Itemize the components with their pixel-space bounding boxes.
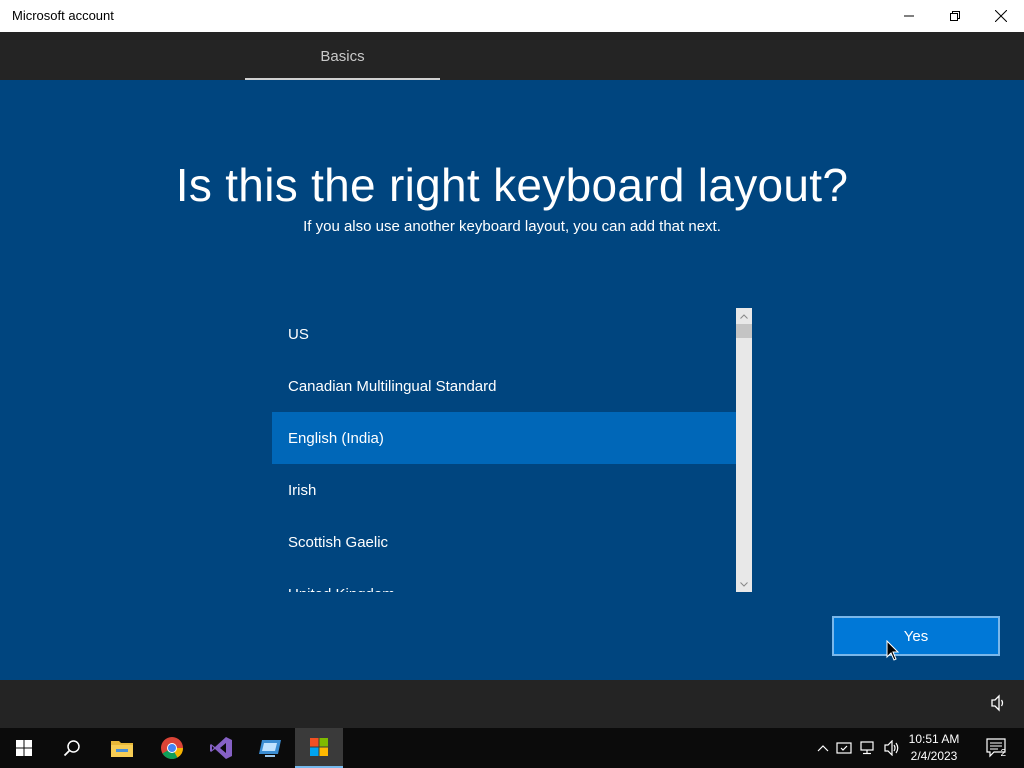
list-item[interactable]: United Kingdom: [272, 568, 736, 593]
list-item[interactable]: US: [272, 308, 736, 360]
keyboard-layout-items: US Canadian Multilingual Standard Englis…: [272, 308, 736, 592]
scroll-up-icon[interactable]: [736, 309, 752, 323]
store-icon: [310, 738, 328, 756]
close-icon: [995, 10, 1007, 22]
network-icon: [860, 741, 874, 755]
clock-time: 10:51 AM: [908, 732, 960, 746]
start-button[interactable]: [0, 728, 48, 768]
list-scrollbar[interactable]: [736, 308, 752, 592]
remote-desktop-icon: [259, 740, 281, 757]
taskbar-search-button[interactable]: [48, 728, 96, 768]
taskbar-file-explorer[interactable]: [98, 728, 146, 768]
security-icon: [836, 742, 852, 754]
taskbar-store-active[interactable]: [295, 728, 343, 768]
chrome-icon: [161, 737, 183, 759]
keyboard-layout-list[interactable]: US Canadian Multilingual Standard Englis…: [272, 308, 752, 592]
setup-tab-bar: Basics: [0, 32, 1024, 80]
restore-button[interactable]: [932, 0, 978, 32]
volume-icon: [991, 694, 1004, 712]
chevron-up-icon: [817, 745, 829, 752]
system-tray: [814, 728, 904, 768]
mouse-cursor-icon: [886, 640, 900, 661]
taskbar-clock[interactable]: 10:51 AM 2/4/2023: [904, 731, 964, 765]
taskbar-remote-desktop[interactable]: [246, 728, 294, 768]
close-button[interactable]: [978, 0, 1024, 32]
volume-button[interactable]: [990, 694, 1008, 717]
tray-security-button[interactable]: [832, 740, 856, 756]
show-hidden-icons-button[interactable]: [814, 744, 832, 752]
clock-date: 2/4/2023: [910, 749, 958, 763]
tray-volume-button[interactable]: [880, 740, 904, 756]
minimize-button[interactable]: [886, 0, 932, 32]
taskbar-chrome[interactable]: [148, 728, 196, 768]
taskbar: 10:51 AM 2/4/2023 2: [0, 728, 1024, 768]
list-item-selected[interactable]: English (India): [272, 412, 736, 464]
scroll-down-icon[interactable]: [736, 577, 752, 591]
taskbar-visual-studio[interactable]: [197, 728, 245, 768]
scrollbar-thumb[interactable]: [736, 324, 752, 338]
restore-icon: [950, 11, 960, 21]
title-bar: Microsoft account: [0, 0, 1024, 32]
tray-network-button[interactable]: [856, 740, 880, 756]
list-item[interactable]: Canadian Multilingual Standard: [272, 360, 736, 412]
tab-basics[interactable]: Basics: [245, 32, 440, 80]
file-explorer-icon: [111, 741, 133, 757]
visual-studio-icon: [210, 737, 232, 759]
main-content: Is this the right keyboard layout? If yo…: [0, 80, 1024, 680]
setup-bottom-bar: [0, 680, 1024, 728]
minimize-icon: [904, 15, 914, 17]
list-item[interactable]: Irish: [272, 464, 736, 516]
window-title: Microsoft account: [12, 8, 114, 23]
page-title: Is this the right keyboard layout?: [175, 159, 849, 211]
yes-button[interactable]: Yes: [832, 616, 1000, 656]
page-subtitle: If you also use another keyboard layout,…: [303, 218, 721, 235]
start-icon: [16, 740, 32, 756]
notification-count-badge: 2: [1000, 748, 1006, 759]
search-icon: [63, 740, 80, 757]
list-item[interactable]: Scottish Gaelic: [272, 516, 736, 568]
volume-icon: [884, 740, 899, 756]
